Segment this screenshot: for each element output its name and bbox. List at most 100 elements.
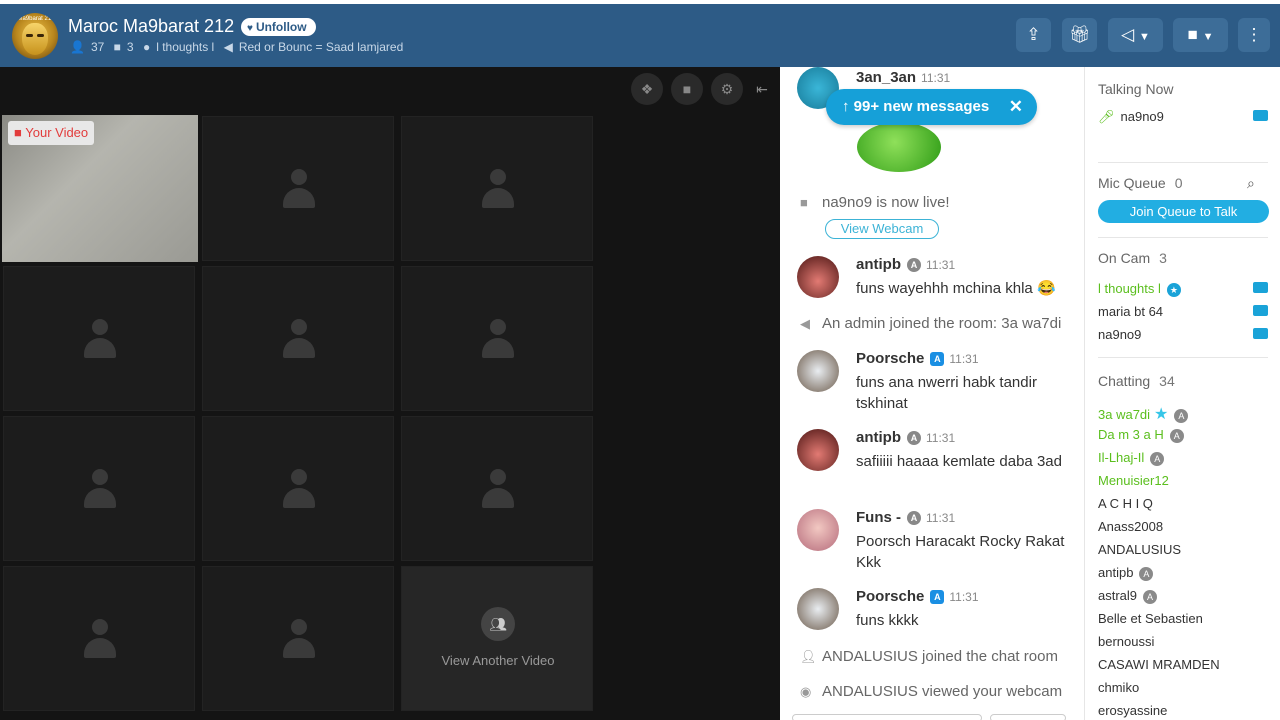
video-tile[interactable]: [202, 266, 394, 411]
eye-icon: ◉: [800, 684, 812, 699]
message-author[interactable]: Poorsche A 11:31: [856, 588, 979, 605]
chatting-user[interactable]: Belle et Sebastien: [1098, 611, 1203, 626]
send-button[interactable]: [990, 714, 1066, 720]
chatting-user[interactable]: erosyassine: [1098, 703, 1167, 718]
top-border: [0, 0, 1280, 4]
share-button[interactable]: ⇪: [1016, 18, 1051, 52]
on-cam-user[interactable]: maria bt 64: [1098, 304, 1274, 319]
video-tile[interactable]: [202, 116, 394, 261]
video-tile[interactable]: [3, 416, 195, 561]
chatting-user[interactable]: 3a wa7di ★ A: [1098, 404, 1189, 424]
user-avatar[interactable]: [797, 256, 839, 298]
message-time: 11:31: [926, 511, 956, 525]
your-video-label: Your Video: [25, 125, 89, 140]
chatting-user[interactable]: ANDALUSIUS: [1098, 542, 1181, 557]
new-messages-label: 99+ new messages: [853, 98, 990, 115]
gift-button[interactable]: 🎁︎: [1062, 18, 1097, 52]
gift-icon: 🎁︎: [1068, 25, 1091, 44]
on-cam-count: 3: [1159, 250, 1167, 266]
chatting-user[interactable]: CASAWI MRAMDEN: [1098, 657, 1220, 672]
admin-joined-text: An admin joined the room: 3a wa7di: [822, 315, 1062, 332]
video-tile[interactable]: [3, 566, 195, 711]
chevron-down-icon: ▼: [1138, 31, 1150, 43]
star-icon: ★: [1154, 406, 1169, 423]
chatting-user[interactable]: antipb A: [1098, 565, 1154, 581]
chevron-down-icon: ▼: [1202, 31, 1214, 43]
users-icon: 👥︎: [481, 607, 515, 641]
paw-button[interactable]: ❖: [631, 73, 663, 105]
admin-badge: A: [1139, 567, 1154, 581]
arrow-left-icon: ⇤: [756, 81, 768, 97]
megaphone-icon: ◀: [223, 40, 233, 54]
message-text: safiiiii haaaa kemlate daba 3ad: [856, 453, 1062, 470]
megaphone-icon: ◀: [800, 316, 810, 331]
on-cam-heading: On Cam 3: [1098, 250, 1167, 266]
talking-user[interactable]: 🎤︎ na9no9: [1098, 109, 1274, 125]
message-author[interactable]: antipb A 11:31: [856, 256, 955, 273]
close-icon[interactable]: ✕: [1009, 89, 1023, 125]
user-avatar[interactable]: [797, 509, 839, 551]
owner-icon: ●: [142, 40, 151, 54]
user-avatar[interactable]: [797, 429, 839, 471]
divider: [1098, 162, 1268, 163]
message-author[interactable]: Funs - A 11:31: [856, 509, 955, 526]
chatting-user[interactable]: Anass2008: [1098, 519, 1163, 534]
system-message: ◀ An admin joined the room: 3a wa7di: [800, 315, 1061, 332]
video-tile[interactable]: [401, 266, 593, 411]
message-time: 11:31: [921, 71, 951, 85]
chatting-user[interactable]: chmiko: [1098, 680, 1139, 695]
video-tile[interactable]: [202, 416, 394, 561]
share-icon: ⇪: [1026, 25, 1041, 44]
webcam-icon: [1253, 328, 1268, 339]
message-time: 11:31: [949, 590, 979, 604]
admin-badge: A: [1150, 452, 1165, 466]
users-sidebar: Talking Now 🎤︎ na9no9 Mic Queue 0 ⌕ Join Q…: [1084, 67, 1280, 720]
video-settings-button[interactable]: ⚙: [711, 73, 743, 105]
unfollow-button[interactable]: ♥ Unfollow: [241, 18, 316, 36]
chatting-user[interactable]: Il-Lhaj-Il A: [1098, 450, 1165, 466]
video-tile[interactable]: [401, 416, 593, 561]
room-avatar[interactable]: Ma9barat 212: [12, 13, 58, 59]
chat-input[interactable]: [792, 714, 982, 720]
microphone-icon: 🎤︎: [1098, 109, 1115, 124]
chatting-user[interactable]: bernoussi: [1098, 634, 1154, 649]
audio-button[interactable]: ◁ ▼: [1108, 18, 1163, 52]
video-tile[interactable]: [401, 116, 593, 261]
sticker-image: [857, 122, 941, 172]
new-messages-button[interactable]: ↑ 99+ new messages ✕: [826, 89, 1037, 125]
camera-button[interactable]: ■ ▼: [1173, 18, 1228, 52]
collapse-button[interactable]: ⇤: [746, 73, 778, 105]
system-message: ◉ ANDALUSIUS viewed your webcam: [800, 683, 1062, 700]
video-toggle-button[interactable]: ■: [671, 73, 703, 105]
on-cam-user[interactable]: na9no9: [1098, 327, 1274, 342]
view-another-video-tile[interactable]: 👥︎ View Another Video: [401, 566, 593, 711]
join-queue-button[interactable]: Join Queue to Talk: [1098, 200, 1269, 223]
chatting-user[interactable]: astral9 A: [1098, 588, 1158, 604]
more-button[interactable]: ⋮: [1238, 18, 1270, 52]
room-owner[interactable]: l thoughts l: [156, 40, 214, 54]
message-author[interactable]: Poorsche A 11:31: [856, 350, 979, 367]
video-tile[interactable]: [3, 266, 195, 411]
view-another-label: View Another Video: [441, 653, 555, 668]
chatting-user[interactable]: A C H I Q: [1098, 496, 1153, 511]
message-text: funs ana nwerri habk tandir tskhinat: [856, 374, 1037, 412]
chatting-user[interactable]: Menuisier12: [1098, 473, 1169, 488]
user-avatar[interactable]: [797, 350, 839, 392]
video-tile[interactable]: [202, 566, 394, 711]
message-text: funs wayehhh mchina khla 😂: [856, 280, 1056, 297]
message-author[interactable]: 3an_3an 11:31: [856, 69, 950, 86]
search-icon[interactable]: ⌕: [1247, 175, 1255, 192]
your-video-tile[interactable]: ■ Your Video: [2, 115, 198, 262]
person-icon: [283, 169, 315, 209]
mic-queue-count: 0: [1174, 175, 1183, 191]
person-icon: [84, 469, 116, 509]
users-icon: 👤: [70, 40, 85, 54]
person-icon: [84, 319, 116, 359]
chatting-user[interactable]: Da m 3 a HA: [1098, 427, 1184, 443]
admin-badge: A: [907, 258, 921, 272]
user-avatar[interactable]: [797, 588, 839, 630]
message-author[interactable]: antipb A 11:31: [856, 429, 955, 446]
on-cam-user[interactable]: l thoughts l ★: [1098, 281, 1274, 297]
view-webcam-button[interactable]: View Webcam: [825, 219, 939, 239]
live-text: na9no9 is now live!: [822, 194, 950, 211]
